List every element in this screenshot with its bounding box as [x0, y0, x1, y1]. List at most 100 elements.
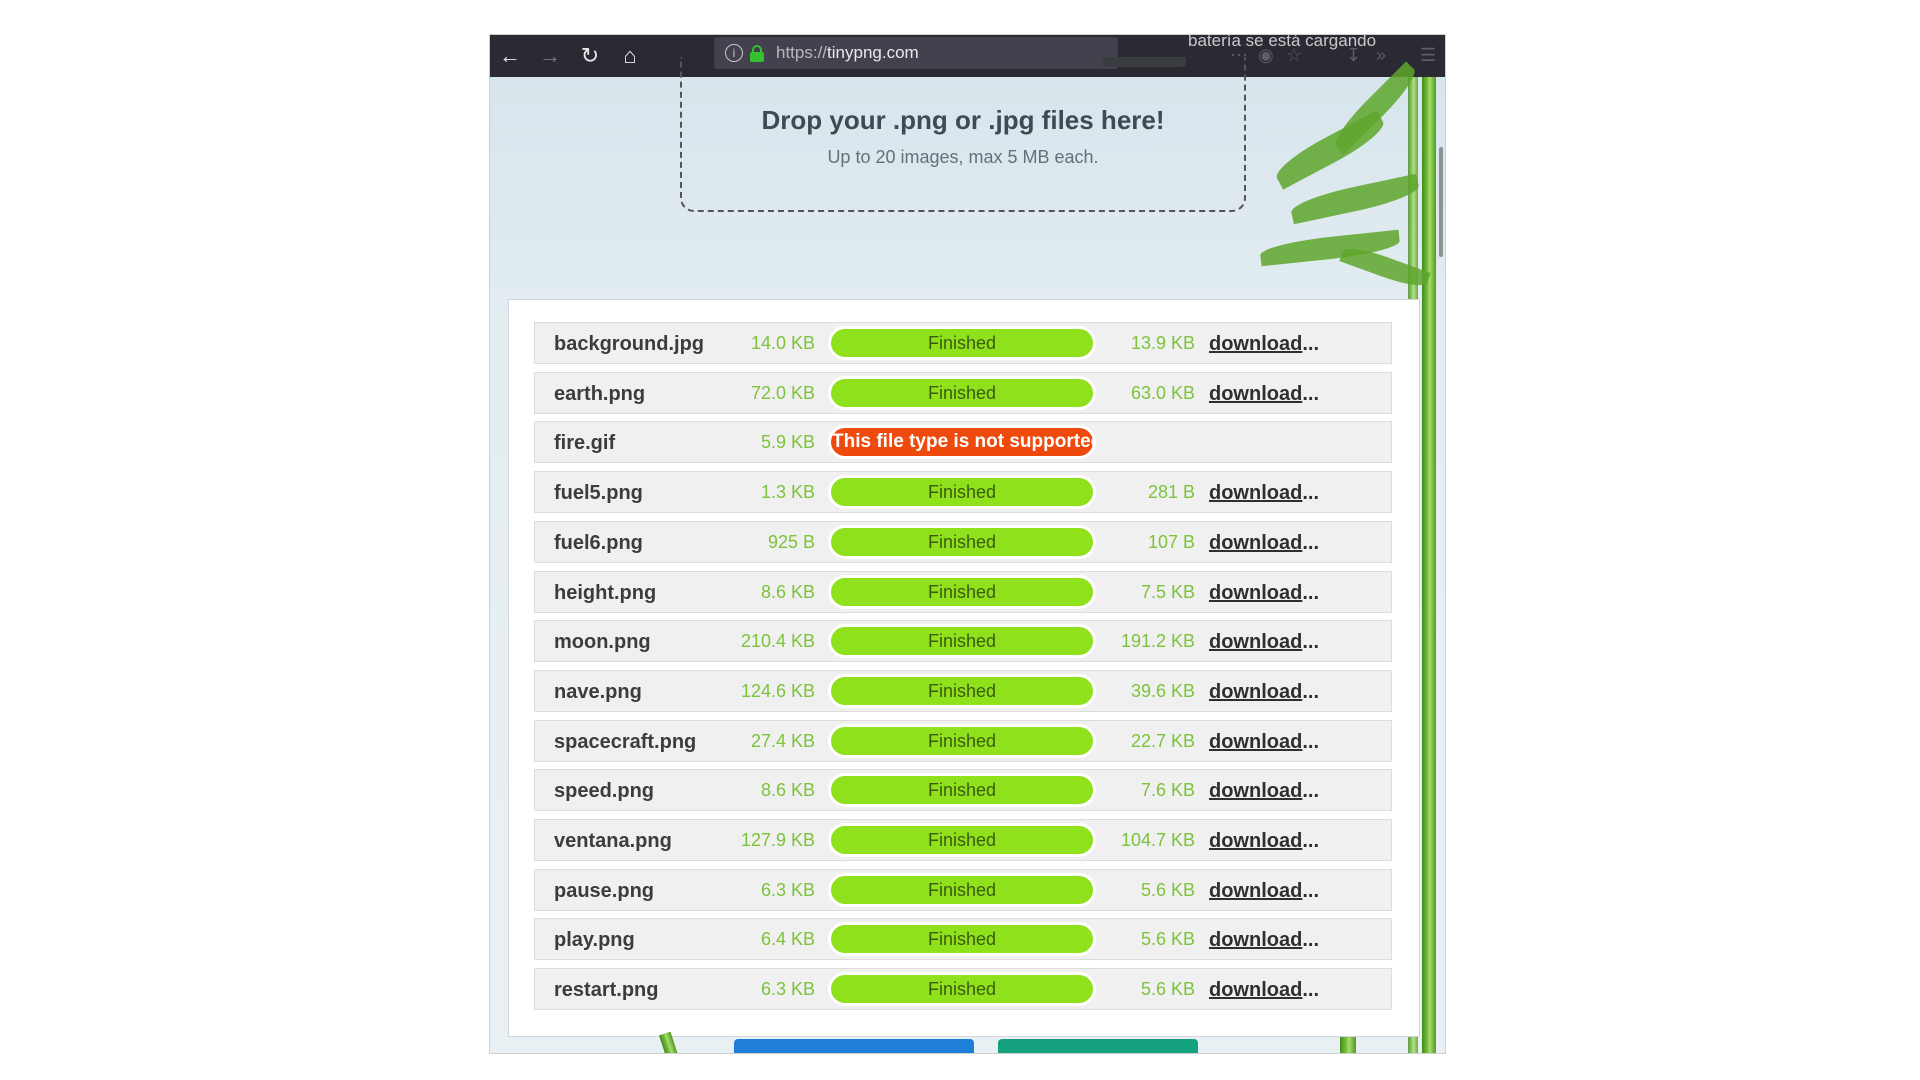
compressed-size: 7.6 KB [1140, 780, 1195, 801]
download-link-text[interactable]: download [1209, 979, 1302, 1001]
compressed-size: 104.7 KB [1120, 830, 1195, 850]
original-size: 127.9 KB [740, 830, 815, 850]
file-name: earth.png [554, 382, 646, 405]
download-link-text[interactable]: download [1209, 582, 1302, 604]
dropzone-handle [1102, 57, 1186, 67]
download-link-text[interactable]: download [1209, 929, 1302, 951]
download-link[interactable]: download... [1209, 979, 1319, 1002]
file-name: play.png [554, 929, 635, 952]
compressed-size: 5.6 KB [1140, 879, 1195, 900]
file-name: ventana.png [554, 830, 672, 852]
original-size: 14.0 KB [750, 333, 815, 353]
original-size: 27.4 KB [750, 730, 815, 751]
download-link-text[interactable]: download [1209, 780, 1302, 802]
original-size: 8.6 KB [760, 780, 815, 801]
file-name: background.jpg [554, 333, 704, 355]
download-link[interactable]: download... [1209, 929, 1319, 952]
overflow-chevron-icon[interactable]: » [1376, 45, 1386, 66]
progress-bar: Finished [828, 773, 1096, 808]
home-icon[interactable]: ⌂ [610, 35, 650, 77]
download-link[interactable]: download... [1209, 482, 1319, 505]
original-size: 6.4 KB [760, 929, 815, 950]
file-row: fire.gif 5.9 KB This file type is not supp… [534, 421, 1392, 464]
compressed-size: 39.6 KB [1130, 680, 1195, 701]
progress-bar: Finished [828, 723, 1096, 758]
download-link[interactable]: download... [1209, 681, 1319, 704]
compressed-size: 5.6 KB [1140, 929, 1195, 950]
leaf-decoration [1288, 173, 1422, 225]
original-size: 124.6 KB [740, 680, 815, 701]
menu-icon[interactable]: ☰ [1420, 45, 1436, 66]
file-dropzone[interactable]: Drop your .png or .jpg files here! Up to… [680, 57, 1246, 212]
progress-bar: Finished [828, 574, 1096, 609]
original-size: 1.3 KB [760, 482, 815, 503]
file-name: speed.png [554, 780, 655, 803]
download-link-text[interactable]: download [1209, 482, 1302, 504]
download-link[interactable]: download... [1209, 383, 1319, 406]
download-link[interactable]: download... [1209, 631, 1319, 654]
compressed-size: 63.0 KB [1130, 382, 1195, 403]
save-to-dropbox-button[interactable] [998, 1039, 1198, 1053]
download-link[interactable]: download... [1209, 780, 1319, 803]
download-link-text[interactable]: download [1209, 532, 1302, 554]
original-size: 8.6 KB [760, 581, 815, 602]
file-row: nave.png 124.6 KB Finished 39.6 KB download.… [534, 669, 1392, 712]
original-size: 72.0 KB [750, 382, 815, 403]
download-link-text[interactable]: download [1209, 681, 1302, 703]
file-row: speed.png 8.6 KB Finished 7.6 KB download... [534, 769, 1392, 812]
file-row: ventana.png 127.9 KB Finished 104.7 KB downl… [534, 819, 1392, 861]
file-row: background.jpg 14.0 KB Finished 13.9 KB down… [534, 322, 1392, 364]
reload-icon[interactable]: ↻ [570, 35, 610, 77]
download-link-text[interactable]: download [1209, 333, 1302, 355]
download-link-text[interactable]: download [1209, 830, 1302, 852]
download-link[interactable]: download... [1209, 731, 1319, 754]
progress-bar: Finished [828, 475, 1096, 510]
download-link-text[interactable]: download [1209, 880, 1302, 902]
file-row: pause.png 6.3 KB Finished 5.6 KB download... [534, 868, 1392, 911]
battery-notification: batería se está cargando [1188, 35, 1377, 50]
progress-bar: Finished [828, 872, 1096, 907]
original-size: 210.4 KB [740, 631, 815, 652]
page-scrollbar[interactable] [1439, 147, 1443, 257]
progress-bar: Finished [828, 922, 1096, 957]
file-name: fire.gif [554, 432, 616, 455]
download-link[interactable]: download... [1209, 582, 1319, 605]
file-row: restart.png 6.3 KB Finished 5.6 KB download.… [534, 968, 1392, 1011]
file-name: fuel5.png [554, 482, 643, 505]
dropzone-subtitle: Up to 20 images, max 5 MB each. [827, 147, 1099, 167]
file-name: fuel6.png [554, 531, 643, 554]
file-row: play.png 6.4 KB Finished 5.6 KB download... [534, 918, 1392, 961]
progress-bar: Finished [828, 673, 1096, 708]
file-name: moon.png [554, 631, 651, 654]
compressed-size: 107 B [1147, 531, 1195, 552]
download-link-text[interactable]: download [1209, 731, 1302, 753]
download-link-text[interactable]: download [1209, 631, 1302, 653]
file-name: nave.png [554, 680, 642, 703]
progress-bar: Finished [828, 823, 1096, 857]
back-icon[interactable]: ← [490, 35, 530, 77]
file-name: height.png [554, 581, 657, 604]
dropzone-title: Drop your .png or .jpg files here! [761, 105, 1165, 135]
progress-bar: Finished [828, 326, 1096, 360]
forward-icon[interactable]: → [530, 35, 570, 77]
original-size: 925 B [767, 531, 815, 552]
compressed-size: 13.9 KB [1130, 333, 1195, 353]
file-name: spacecraft.png [554, 730, 697, 753]
compressed-size: 281 B [1147, 482, 1195, 503]
file-name: pause.png [554, 879, 655, 902]
bamboo-decoration [1422, 77, 1436, 1053]
download-link[interactable]: download... [1209, 830, 1319, 853]
original-size: 5.9 KB [760, 432, 815, 453]
download-link[interactable]: download... [1209, 333, 1319, 356]
file-row: fuel5.png 1.3 KB Finished 281 B download... [534, 471, 1392, 514]
file-row: moon.png 210.4 KB Finished 191.2 KB download… [534, 620, 1392, 663]
download-all-button[interactable] [734, 1039, 974, 1053]
error-status-bar: This file type is not supported [828, 425, 1096, 460]
download-link-text[interactable]: download [1209, 383, 1302, 405]
download-link[interactable]: download... [1209, 880, 1319, 903]
file-name: restart.png [554, 979, 659, 1002]
page-content: Drop your .png or .jpg files here! Up to… [490, 57, 1445, 1053]
original-size: 6.3 KB [760, 979, 815, 1000]
download-link[interactable]: download... [1209, 532, 1319, 555]
file-row: earth.png 72.0 KB Finished 63.0 KB download.… [534, 371, 1392, 414]
